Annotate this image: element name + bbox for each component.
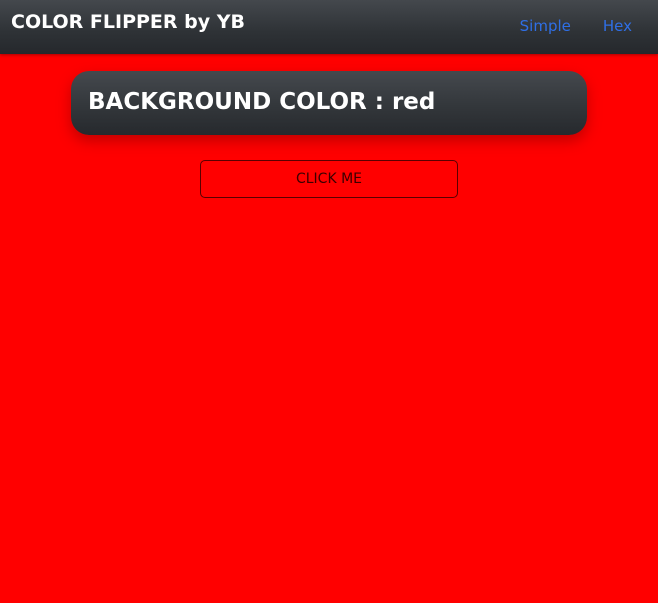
brand-title[interactable]: COLOR FLIPPER by YB	[11, 11, 245, 33]
color-display-label: BACKGROUND COLOR :	[88, 89, 392, 115]
nav-links: Simple Hex	[520, 17, 632, 35]
flip-color-button[interactable]: CLICK ME	[200, 160, 458, 198]
color-display-value: red	[391, 89, 436, 115]
nav-link-hex[interactable]: Hex	[603, 17, 632, 35]
navbar: COLOR FLIPPER by YB Simple Hex	[0, 0, 658, 54]
nav-link-simple[interactable]: Simple	[520, 17, 571, 35]
color-display-text: BACKGROUND COLOR : red	[88, 89, 435, 115]
color-display-card: BACKGROUND COLOR : red	[71, 71, 587, 135]
